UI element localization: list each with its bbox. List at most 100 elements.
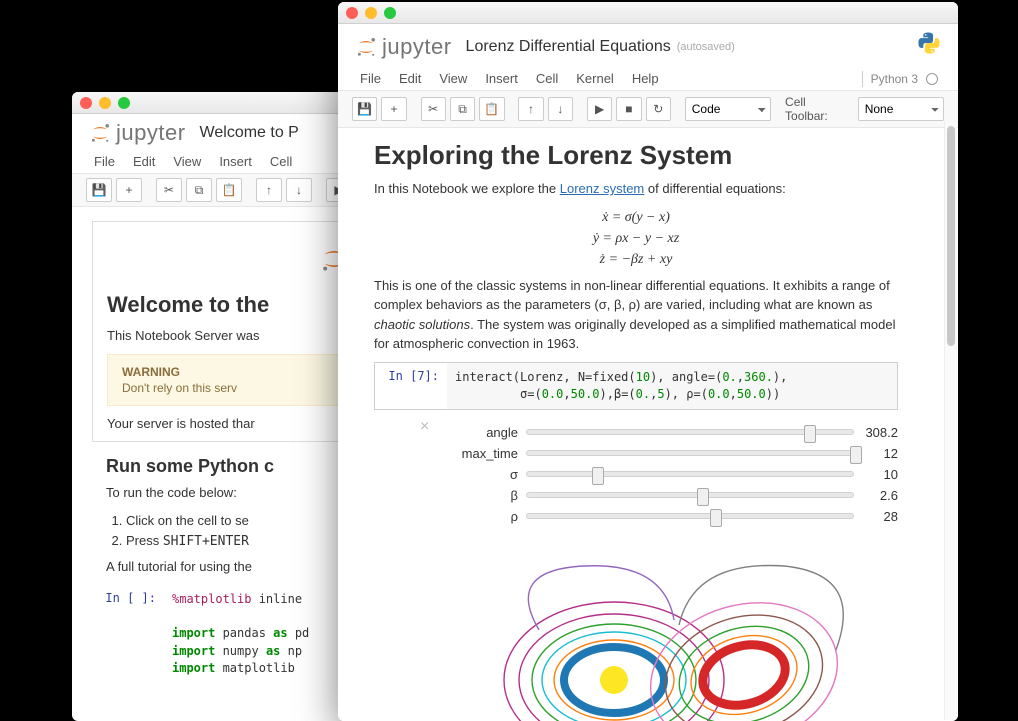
autosave-badge: (autosaved) <box>677 41 735 53</box>
scrollbar-thumb[interactable] <box>947 126 955 346</box>
menu-file[interactable]: File <box>352 67 389 90</box>
arrow-up-icon: ↑ <box>266 183 272 197</box>
lorenz-heading: Exploring the Lorenz System <box>374 140 898 171</box>
widget-row-max_time: max_time12 <box>454 444 898 462</box>
notebook-header: jupyter Lorenz Differential Equations (a… <box>338 24 958 65</box>
input-prompt: In [ ]: <box>92 585 164 684</box>
widget-value: 308.2 <box>854 425 898 440</box>
cell-toolbar-label: Cell Toolbar: <box>785 95 850 123</box>
slider-angle[interactable] <box>526 423 854 441</box>
save-icon: 💾 <box>357 102 372 116</box>
python-logo-icon <box>916 30 942 63</box>
paste-button[interactable]: 📋 <box>479 97 504 121</box>
add-cell-button[interactable]: + <box>116 178 142 202</box>
move-down-button[interactable]: ↓ <box>286 178 312 202</box>
logo-text: jupyter <box>116 120 186 146</box>
lorenz-link[interactable]: Lorenz system <box>560 181 645 196</box>
add-cell-button[interactable]: + <box>381 97 406 121</box>
window-minimize-button[interactable] <box>365 7 377 19</box>
logo-text: jupyter <box>382 34 452 60</box>
kernel-status-icon <box>926 73 938 85</box>
lorenz-attractor-plot <box>444 550 898 721</box>
paste-button[interactable]: 📋 <box>216 178 242 202</box>
kernel-indicator: Python 3 <box>862 67 944 90</box>
window-minimize-button[interactable] <box>99 97 111 109</box>
input-prompt: In [7]: <box>375 363 447 410</box>
menu-insert[interactable]: Insert <box>211 150 260 173</box>
widget-value: 28 <box>854 509 898 524</box>
foreground-window: jupyter Lorenz Differential Equations (a… <box>338 2 958 721</box>
widget-label: β <box>454 488 526 503</box>
save-button[interactable]: 💾 <box>86 178 112 202</box>
cell-type-select[interactable]: Code <box>685 97 771 121</box>
slider-ρ[interactable] <box>526 507 854 525</box>
cell-toolbar-select[interactable]: None <box>858 97 944 121</box>
paste-icon: 📋 <box>484 102 499 116</box>
kernel-name: Python 3 <box>871 72 918 86</box>
menubar: File Edit View Insert Cell Kernel Help P… <box>338 65 958 91</box>
scrollbar[interactable] <box>944 122 957 720</box>
jupyter-logo: jupyter <box>88 120 186 146</box>
move-up-button[interactable]: ↑ <box>518 97 543 121</box>
widget-row-σ: σ10 <box>454 465 898 483</box>
code-body[interactable]: interact(Lorenz, N=fixed(10), angle=(0.,… <box>447 363 897 410</box>
plus-icon: + <box>391 102 398 116</box>
window-zoom-button[interactable] <box>384 7 396 19</box>
notebook-title[interactable]: Welcome to P <box>200 124 299 142</box>
widget-row-β: β 2.6 <box>454 486 898 504</box>
code-cell[interactable]: In [7]: interact(Lorenz, N=fixed(10), an… <box>374 362 898 411</box>
widget-label: max_time <box>454 446 526 461</box>
description-text: This is one of the classic systems in no… <box>374 276 898 354</box>
restart-button[interactable]: ↻ <box>646 97 671 121</box>
widget-label: angle <box>454 425 526 440</box>
jupyter-logo: jupyter <box>354 34 452 60</box>
stop-button[interactable]: ■ <box>616 97 641 121</box>
move-down-button[interactable]: ↓ <box>548 97 573 121</box>
menu-view[interactable]: View <box>431 67 475 90</box>
menu-cell[interactable]: Cell <box>528 67 566 90</box>
menu-cell[interactable]: Cell <box>262 150 300 173</box>
window-close-button[interactable] <box>346 7 358 19</box>
arrow-down-icon: ↓ <box>557 102 563 116</box>
slider-β[interactable] <box>526 486 854 504</box>
copy-icon: ⧉ <box>458 102 467 117</box>
close-icon[interactable]: × <box>420 418 429 436</box>
run-button[interactable]: ▶ <box>587 97 612 121</box>
equation-block: ẋ = σ(y − x) ẏ = ρx − y − xz ż = −βz + x… <box>374 207 898 270</box>
move-up-button[interactable]: ↑ <box>256 178 282 202</box>
widget-row-ρ: ρ 28 <box>454 507 898 525</box>
arrow-down-icon: ↓ <box>296 183 302 197</box>
slider-max_time[interactable] <box>526 444 854 462</box>
cut-button[interactable]: ✂ <box>156 178 182 202</box>
titlebar <box>338 2 958 24</box>
notebook-content: Exploring the Lorenz System In this Note… <box>338 128 958 721</box>
menu-edit[interactable]: Edit <box>391 67 429 90</box>
plus-icon: + <box>125 183 132 197</box>
scissors-icon: ✂ <box>164 183 174 197</box>
window-zoom-button[interactable] <box>118 97 130 109</box>
widget-row-angle: angle 308.2 <box>454 423 898 441</box>
menu-help[interactable]: Help <box>624 67 667 90</box>
menu-file[interactable]: File <box>86 150 123 173</box>
copy-button[interactable]: ⧉ <box>450 97 475 121</box>
intro-text: In this Notebook we explore the Lorenz s… <box>374 179 898 199</box>
save-icon: 💾 <box>92 183 107 197</box>
scissors-icon: ✂ <box>428 102 438 116</box>
menu-insert[interactable]: Insert <box>477 67 526 90</box>
copy-icon: ⧉ <box>195 183 204 198</box>
menu-kernel[interactable]: Kernel <box>568 67 622 90</box>
notebook-title[interactable]: Lorenz Differential Equations <box>466 38 671 56</box>
save-button[interactable]: 💾 <box>352 97 377 121</box>
window-close-button[interactable] <box>80 97 92 109</box>
refresh-icon: ↻ <box>653 102 663 116</box>
menu-edit[interactable]: Edit <box>125 150 163 173</box>
menu-view[interactable]: View <box>165 150 209 173</box>
toolbar: 💾 + ✂ ⧉ 📋 ↑ ↓ ▶ ■ ↻ Code Cell Toolbar: N… <box>338 91 958 128</box>
jupyter-logo-icon <box>88 121 112 145</box>
cut-button[interactable]: ✂ <box>421 97 446 121</box>
jupyter-logo-icon <box>354 35 378 59</box>
widget-value: 2.6 <box>854 488 898 503</box>
widget-label: ρ <box>454 509 526 524</box>
copy-button[interactable]: ⧉ <box>186 178 212 202</box>
slider-σ[interactable] <box>526 465 854 483</box>
